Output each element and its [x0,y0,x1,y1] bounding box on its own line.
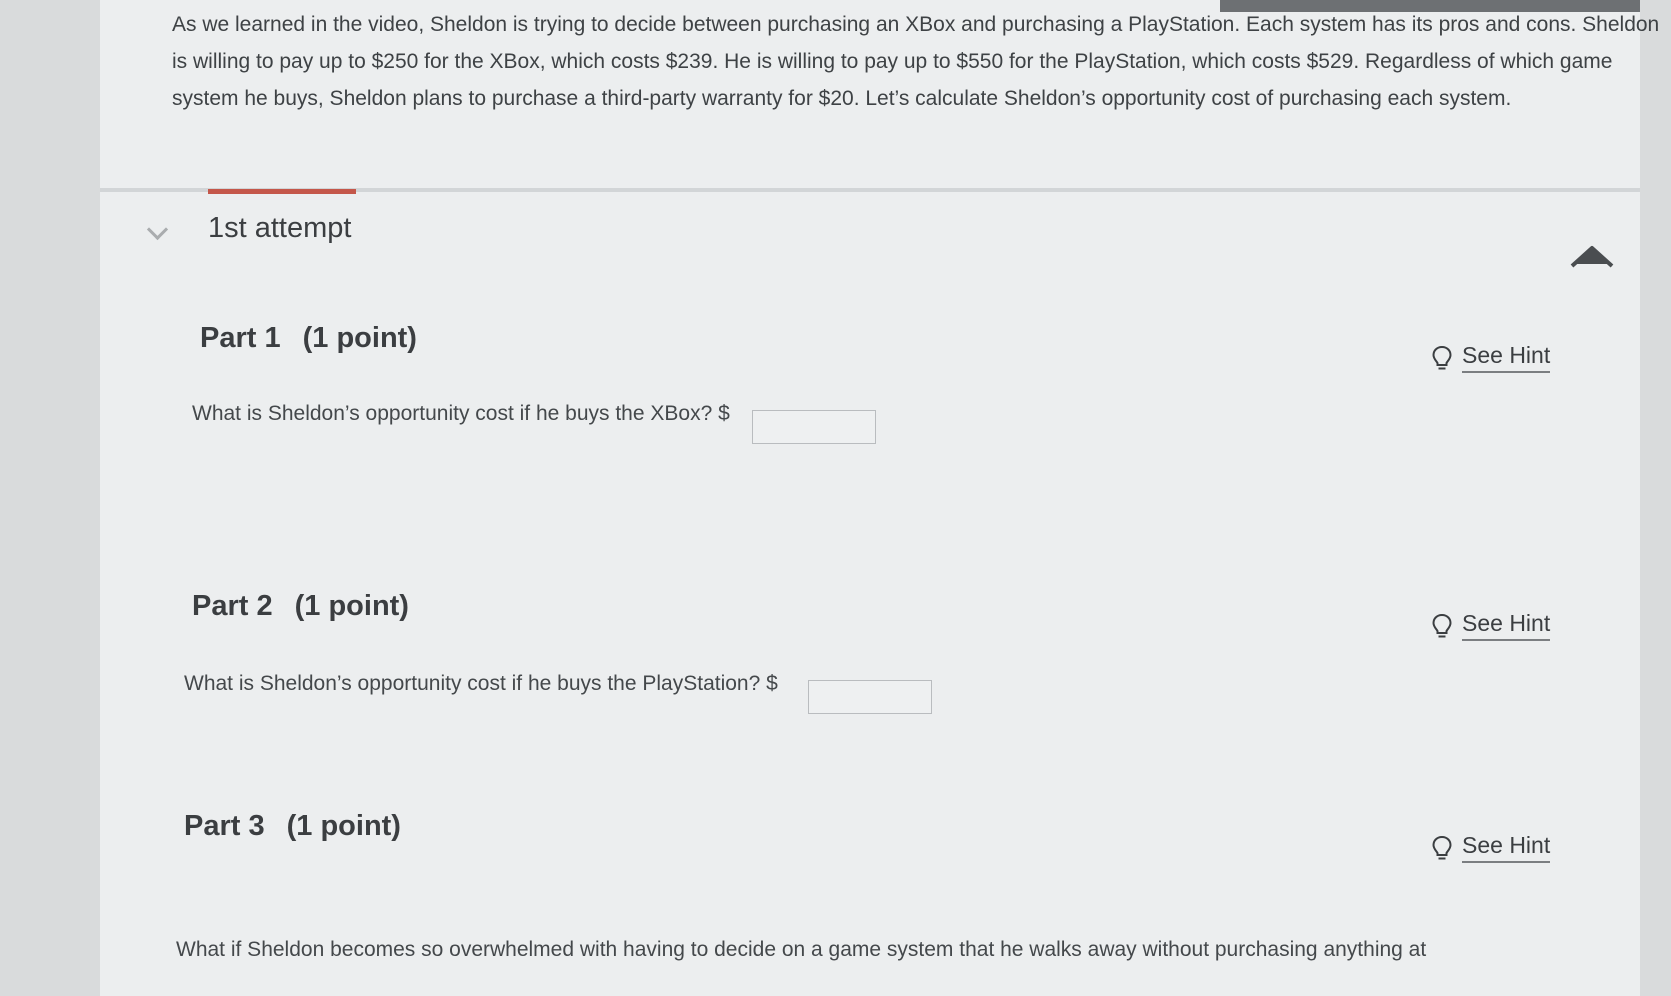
assignment-page: As we learned in the video, Sheldon is t… [100,0,1659,996]
answer-input[interactable] [752,410,876,444]
part-heading: Part 1 (1 point) [200,322,417,355]
arrow-up-icon[interactable] [1570,240,1614,270]
question-text: What is Sheldon’s opportunity cost if he… [192,402,730,425]
lightbulb-icon [1432,835,1452,859]
part-title: Part 3 [184,810,265,842]
answer-input[interactable] [808,680,932,714]
question-text: What is Sheldon’s opportunity cost if he… [184,672,778,695]
part-heading: Part 3 (1 point) [184,810,401,843]
part-title: Part 2 [192,590,273,622]
part-points: (1 point) [294,590,409,622]
lightbulb-icon [1432,613,1452,637]
part-points: (1 point) [302,322,417,354]
see-hint-label[interactable]: See Hint [1462,342,1551,373]
see-hint-label[interactable]: See Hint [1462,610,1551,641]
chevron-down-icon[interactable] [146,218,169,241]
lightbulb-icon [1432,345,1452,369]
part-heading: Part 2 (1 point) [192,590,409,623]
problem-intro: As we learned in the video, Sheldon is t… [172,13,1660,110]
see-hint-button[interactable]: See Hint [1430,342,1551,373]
attempt-tab-indicator [208,189,356,194]
part-points: (1 point) [286,810,401,842]
see-hint-button[interactable]: See Hint [1430,610,1551,641]
attempt-title[interactable]: 1st attempt [208,212,351,245]
part-title: Part 1 [200,322,281,354]
see-hint-button[interactable]: See Hint [1430,832,1551,863]
see-hint-label[interactable]: See Hint [1462,832,1551,863]
question-text: What if Sheldon becomes so overwhelmed w… [176,938,1427,961]
